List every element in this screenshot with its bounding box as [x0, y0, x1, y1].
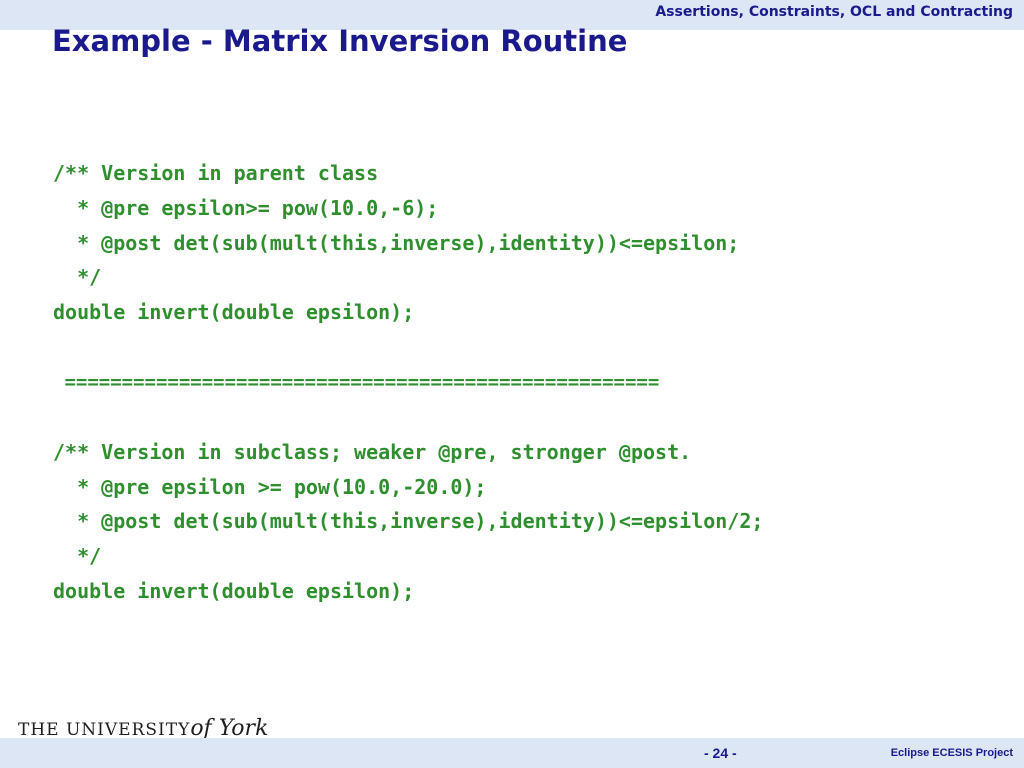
code-line: * @pre epsilon >= pow(10.0,-20.0); — [53, 475, 487, 499]
footer-project: Eclipse ECESIS Project — [890, 747, 1013, 759]
slide: Assertions, Constraints, OCL and Contrac… — [0, 0, 1024, 768]
code-line: */ — [53, 544, 102, 568]
code-line: double invert(double epsilon); — [53, 579, 415, 603]
code-line: * @post det(sub(mult(this,inverse),ident… — [53, 231, 740, 255]
course-title: Assertions, Constraints, OCL and Contrac… — [655, 4, 1013, 20]
code-line: */ — [53, 265, 102, 289]
code-line: double invert(double epsilon); — [53, 300, 415, 324]
page-number: - 24 - — [704, 745, 737, 761]
slide-title: Example - Matrix Inversion Routine — [52, 24, 628, 58]
code-line: /** Version in parent class — [53, 161, 379, 185]
code-line: * @pre epsilon>= pow(10.0,-6); — [53, 196, 439, 220]
code-line: /** Version in subclass; weaker @pre, st… — [53, 440, 692, 464]
separator-line: ========================================… — [53, 371, 660, 393]
code-line: * @post det(sub(mult(this,inverse),ident… — [53, 509, 764, 533]
footer-band — [0, 738, 1024, 768]
logo-text: THE UNIVERSITY — [18, 720, 191, 740]
